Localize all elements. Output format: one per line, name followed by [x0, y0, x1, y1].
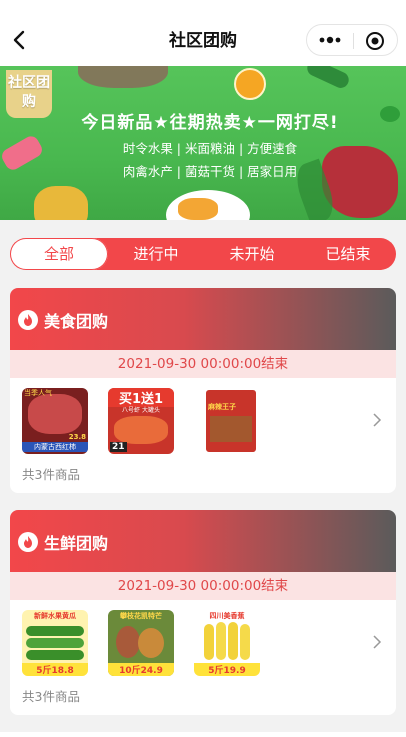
product-count: 共3件商品 — [22, 467, 80, 482]
group-card-fresh[interactable]: 生鲜团购 2021-09-30 00:00:00结束 新鲜水果黄瓜 5斤18.8… — [10, 510, 396, 715]
product-thumbnails[interactable]: 当季人气 内蒙古西红柿 23.8 买1送1 八号虾 大罐头 21 麻辣王子 — [10, 378, 396, 460]
promo-banner[interactable]: 社区团购 今日新品★往期热卖★一网打尽! 时令水果 | 米面粮油 | 方便速食 … — [0, 66, 406, 220]
thumb-bottom-label: 内蒙古西红柿 — [22, 442, 88, 452]
thumb-top-label: 麻辣王子 — [208, 403, 236, 411]
product-thumbnails[interactable]: 新鲜水果黄瓜 5斤18.8 攀枝花凯特芒 10斤24.9 四川美香蕉 5斤19.… — [10, 600, 396, 682]
thumb-top-label: 新鲜水果黄瓜 — [34, 612, 76, 620]
bottom-safe-area — [0, 732, 406, 737]
product-thumb-banana[interactable]: 四川美香蕉 5斤19.9 — [194, 610, 260, 676]
status-tabs: 全部 进行中 未开始 已结束 — [10, 238, 396, 270]
tab-all[interactable]: 全部 — [10, 238, 108, 270]
fire-icon — [18, 310, 38, 330]
thumb-top-label: 当季人气 — [24, 389, 52, 397]
waffle-inner-decoration — [178, 198, 218, 220]
product-thumb-tomato[interactable]: 当季人气 内蒙古西红柿 23.8 — [22, 388, 88, 454]
chevron-right-icon[interactable] — [372, 412, 382, 428]
thumb-top-label: 四川美香蕉 — [209, 612, 245, 620]
group-end-time: 2021-09-30 00:00:00结束 — [10, 572, 396, 600]
thumb-price: 21 — [110, 442, 127, 452]
product-thumb-spicy-snack[interactable]: 麻辣王子 — [202, 388, 268, 454]
chevron-right-icon[interactable] — [372, 634, 382, 650]
popsicle-decoration — [0, 133, 45, 173]
capsule-divider — [353, 33, 354, 49]
thumb-price: 5斤18.8 — [22, 663, 88, 676]
more-dots-icon[interactable] — [319, 35, 341, 45]
tab-not-started[interactable]: 未开始 — [204, 238, 300, 270]
navigation-bar: 社区团购 — [0, 0, 406, 66]
fire-icon — [18, 532, 38, 552]
tab-ended[interactable]: 已结束 — [300, 238, 396, 270]
target-close-icon[interactable] — [365, 31, 385, 51]
banner-categories-line-2: 肉禽水产 | 菌菇干货 | 居家日用 — [122, 164, 298, 179]
group-card-header: 生鲜团购 — [10, 510, 396, 572]
group-card-food[interactable]: 美食团购 2021-09-30 00:00:00结束 当季人气 内蒙古西红柿 2… — [10, 288, 396, 493]
seafood-decoration — [78, 66, 168, 88]
bottle-decoration — [304, 66, 352, 91]
product-thumb-cucumber[interactable]: 新鲜水果黄瓜 5斤18.8 — [22, 610, 88, 676]
thumb-top-label: 攀枝花凯特芒 — [120, 612, 162, 620]
tab-ongoing[interactable]: 进行中 — [108, 238, 204, 270]
thumb-price: 5斤19.9 — [194, 663, 260, 676]
banner-categories-line-1: 时令水果 | 米面粮油 | 方便速食 — [122, 141, 298, 156]
product-thumb-mango[interactable]: 攀枝花凯特芒 10斤24.9 — [108, 610, 174, 676]
thumb-sub-label: 八号虾 大罐头 — [122, 407, 160, 414]
banner-tag: 社区团购 — [6, 70, 52, 118]
mini-program-capsule — [306, 24, 398, 56]
product-count: 共3件商品 — [22, 689, 80, 704]
thumb-price: 23.8 — [68, 433, 86, 441]
group-card-header: 美食团购 — [10, 288, 396, 350]
group-name: 生鲜团购 — [44, 534, 109, 553]
pineapple-decoration — [34, 186, 88, 220]
herb-decoration — [380, 106, 400, 122]
group-end-time: 2021-09-30 00:00:00结束 — [10, 350, 396, 378]
orange-decoration — [234, 68, 266, 100]
group-name: 美食团购 — [44, 312, 109, 331]
product-thumb-crayfish[interactable]: 买1送1 八号虾 大罐头 21 — [108, 388, 174, 454]
banner-headline: 今日新品★往期热卖★一网打尽! — [81, 113, 339, 133]
thumb-price: 10斤24.9 — [108, 663, 174, 676]
